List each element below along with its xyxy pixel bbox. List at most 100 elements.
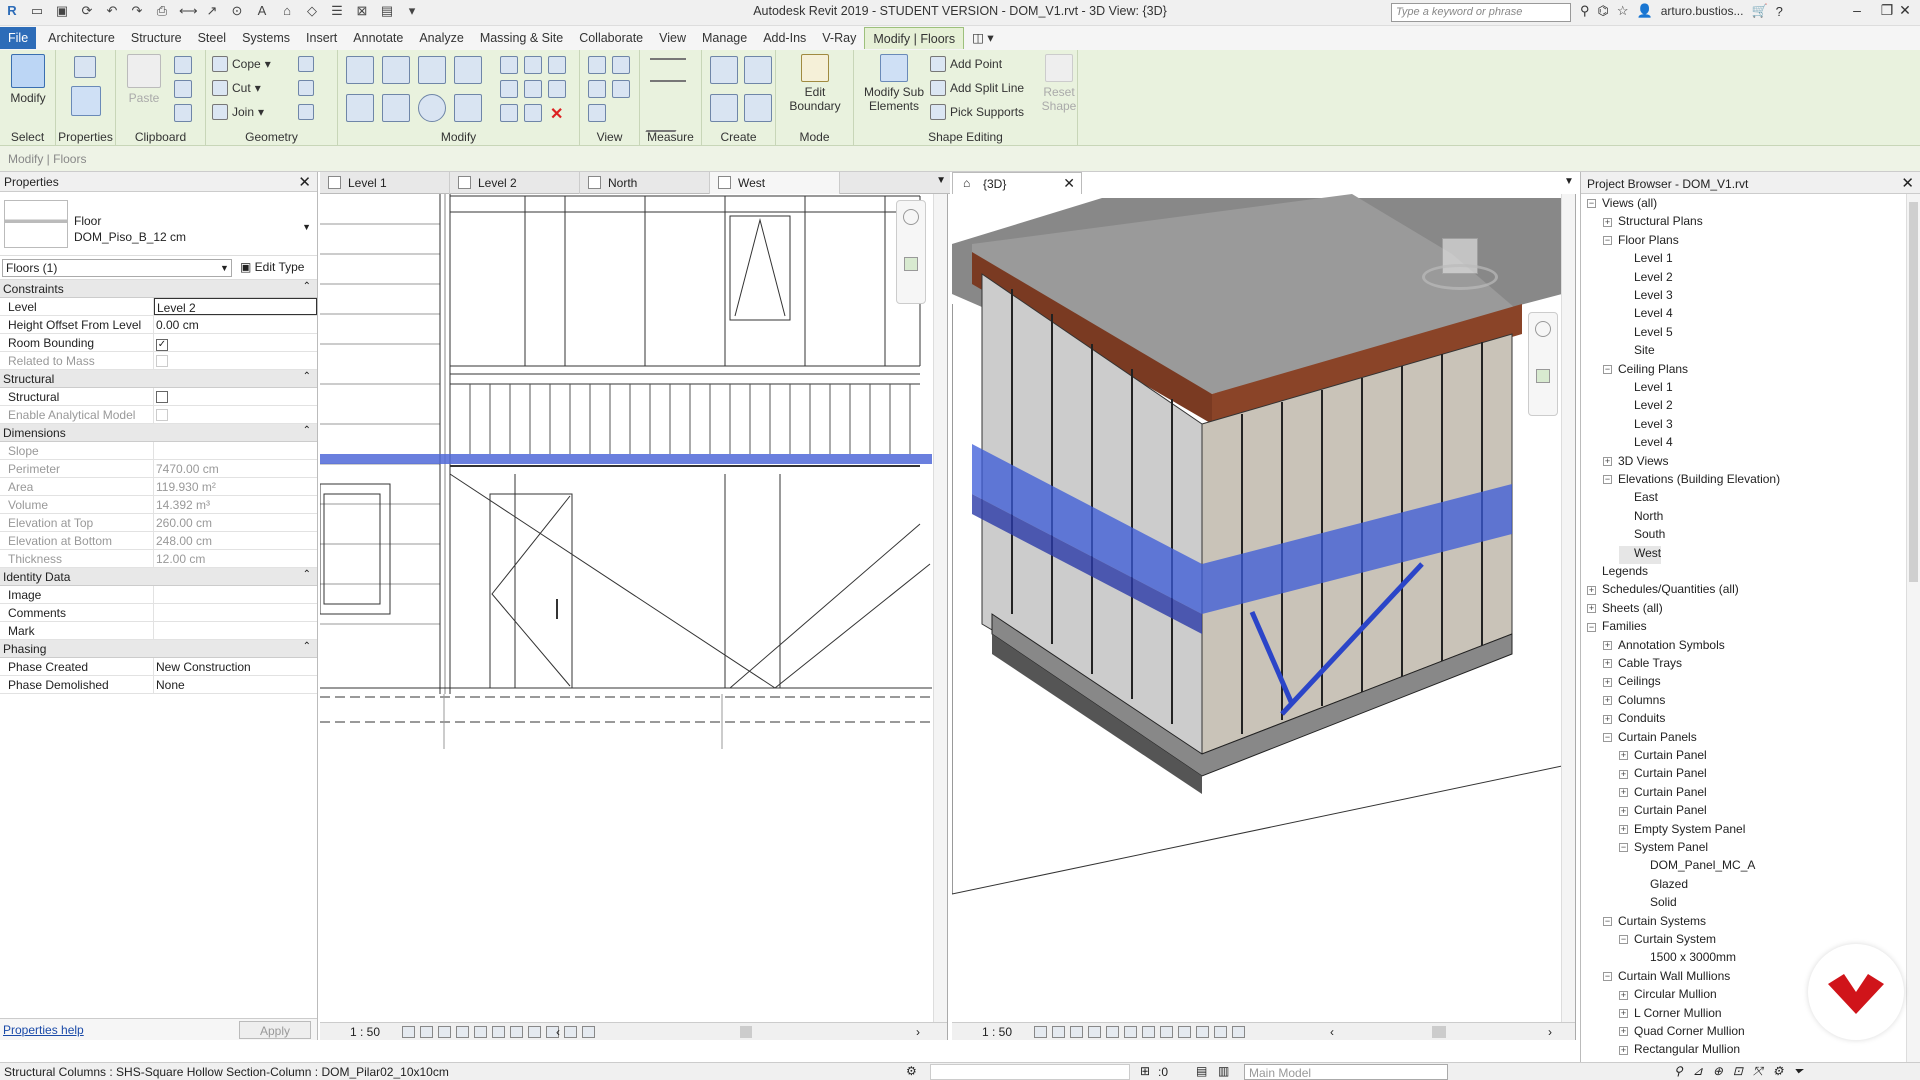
property-group-header[interactable]: Identity Data ⌃	[0, 568, 317, 586]
tab-architecture[interactable]: Architecture	[40, 27, 123, 49]
highlight-displacement-icon[interactable]	[582, 1026, 595, 1038]
expand-icon[interactable]: +	[1603, 659, 1612, 669]
tag-icon[interactable]: ⊙	[229, 3, 245, 19]
move-icon[interactable]	[346, 94, 374, 122]
paste-button[interactable]: Paste	[126, 54, 162, 105]
horizontal-scroll-thumb[interactable]	[1432, 1026, 1446, 1038]
join-button[interactable]: Join ▾	[212, 104, 264, 120]
zoom-icon[interactable]	[1536, 369, 1550, 383]
tab-steel[interactable]: Steel	[190, 27, 235, 49]
browser-tree-item[interactable]: 1500 x 3000mm	[1635, 950, 1736, 968]
create-assembly-icon[interactable]	[710, 56, 738, 84]
browser-tree-item[interactable]: + Curtain Panel	[1619, 766, 1707, 784]
tab-add-ins[interactable]: Add-Ins	[755, 27, 814, 49]
copy-element-icon[interactable]	[382, 94, 410, 122]
undo-icon[interactable]: ↶	[104, 3, 120, 19]
temp-hide-icon[interactable]	[528, 1026, 541, 1038]
design-option-select[interactable]: Main Model	[1244, 1064, 1448, 1080]
scroll-left-icon[interactable]: ‹	[1330, 1025, 1334, 1039]
type-properties-icon[interactable]	[74, 56, 96, 78]
browser-tree-item[interactable]: Level 5	[1619, 325, 1673, 343]
expand-icon[interactable]: +	[1619, 788, 1628, 798]
binoculars-icon[interactable]: ⚲	[1580, 3, 1590, 19]
star-icon[interactable]: ☆	[1617, 3, 1629, 19]
expand-icon[interactable]: +	[1603, 714, 1612, 724]
navigation-bar-3d[interactable]	[1528, 312, 1558, 416]
browser-tree-item[interactable]: − Ceiling Plans	[1603, 362, 1688, 380]
render-icon[interactable]	[474, 1026, 487, 1038]
collapse-icon[interactable]: −	[1603, 236, 1612, 246]
checkbox[interactable]	[156, 391, 168, 403]
browser-tree-item[interactable]: + Rectangular Mullion	[1619, 1042, 1740, 1060]
print-icon[interactable]: ⎙	[154, 3, 170, 19]
collapse-icon[interactable]: −	[1603, 475, 1612, 485]
detail-level-icon[interactable]	[1034, 1026, 1047, 1038]
create-similar-icon[interactable]	[744, 94, 772, 122]
browser-tree-item[interactable]: + Sheets (all)	[1587, 601, 1663, 619]
close-browser-icon[interactable]: ✕	[1901, 174, 1914, 192]
highlight-displacement-icon[interactable]	[1232, 1026, 1245, 1038]
browser-tree-item[interactable]: − Curtain Panels	[1603, 730, 1697, 748]
property-value[interactable]: New Construction	[154, 658, 317, 675]
thin-lines-icon[interactable]: ☰	[329, 3, 345, 19]
workset-select[interactable]	[930, 1064, 1130, 1080]
tab-analyze[interactable]: Analyze	[411, 27, 471, 49]
property-group-header[interactable]: Phasing ⌃	[0, 640, 317, 658]
visual-style-icon[interactable]	[1052, 1026, 1065, 1038]
mirror-draw-icon[interactable]	[454, 56, 482, 84]
add-split-line-button[interactable]: Add Split Line	[930, 80, 1024, 96]
sun-path-icon[interactable]	[1070, 1026, 1083, 1038]
reset-shape-button[interactable]: Reset Shape	[1030, 54, 1088, 113]
expand-icon[interactable]: +	[1619, 769, 1628, 779]
tab-3d[interactable]: ⌂ {3D} ✕	[952, 172, 1082, 194]
cut-geometry-button[interactable]: Cut ▾	[212, 80, 261, 96]
redo-icon[interactable]: ↷	[129, 3, 145, 19]
expand-icon[interactable]: +	[1619, 751, 1628, 761]
expand-icon[interactable]: +	[1619, 1027, 1628, 1037]
expand-icon[interactable]: +	[1603, 640, 1612, 650]
trim-icon[interactable]	[454, 94, 482, 122]
browser-tree-item[interactable]: Level 2	[1619, 270, 1673, 288]
expand-icon[interactable]: +	[1603, 696, 1612, 706]
vertical-scrollbar-3d[interactable]	[1561, 194, 1575, 1022]
shadows-icon[interactable]	[456, 1026, 469, 1038]
browser-tree-item[interactable]: East	[1619, 490, 1658, 508]
collapse-icon[interactable]: ⌃	[303, 281, 311, 292]
browser-tree-item[interactable]: Site	[1619, 343, 1655, 361]
browser-tree-item[interactable]: Level 4	[1619, 306, 1673, 324]
scroll-left-icon[interactable]: ‹	[556, 1025, 560, 1039]
elevation-view-west[interactable]: 1 : 50 ‹ ›	[320, 194, 948, 1040]
select-underlay-icon[interactable]: ⊿	[1693, 1064, 1703, 1079]
reveal-hidden-icon[interactable]	[1196, 1026, 1209, 1038]
split-face-icon[interactable]	[298, 80, 314, 96]
drag-elements-icon[interactable]: ⤧	[1753, 1064, 1763, 1079]
revit-logo-icon[interactable]: R	[4, 3, 20, 19]
scroll-right-icon[interactable]: ›	[916, 1025, 920, 1039]
create-parts-icon[interactable]	[744, 56, 772, 84]
property-value[interactable]	[154, 622, 317, 639]
cope-button[interactable]: Cope ▾	[212, 56, 271, 72]
view-scale-3d[interactable]: 1 : 50	[982, 1025, 1012, 1039]
browser-tree-item[interactable]: Solid	[1635, 895, 1677, 913]
browser-tree-item[interactable]: Glazed	[1635, 877, 1688, 895]
filter-icon[interactable]: ⊞	[1140, 1064, 1150, 1078]
paint-icon[interactable]	[298, 104, 314, 120]
minimize-icon[interactable]: –	[1842, 2, 1872, 19]
browser-tree-item[interactable]: DOM_Panel_MC_A	[1635, 858, 1755, 876]
dimension-icon[interactable]: ↗	[204, 3, 220, 19]
render-icon[interactable]	[1106, 1026, 1119, 1038]
property-value[interactable]: Level 2	[154, 298, 317, 315]
browser-tree-item[interactable]: Legends	[1587, 564, 1648, 582]
extend-icon[interactable]	[524, 104, 542, 122]
browser-tree-item[interactable]: Level 1	[1619, 251, 1673, 269]
vertical-scrollbar[interactable]	[933, 194, 947, 1022]
expand-icon[interactable]: +	[1619, 1008, 1628, 1018]
browser-tree-item[interactable]: − Floor Plans	[1603, 233, 1679, 251]
split-icon[interactable]	[500, 56, 518, 74]
filter-selection-icon[interactable]: ⏷	[1793, 1064, 1803, 1079]
open-icon[interactable]: ▭	[29, 3, 45, 19]
tab-level-1[interactable]: Level 1	[320, 172, 450, 194]
horizontal-scroll-thumb[interactable]	[740, 1026, 752, 1038]
pin-icon[interactable]	[548, 80, 566, 98]
collapse-icon[interactable]: −	[1603, 972, 1612, 982]
